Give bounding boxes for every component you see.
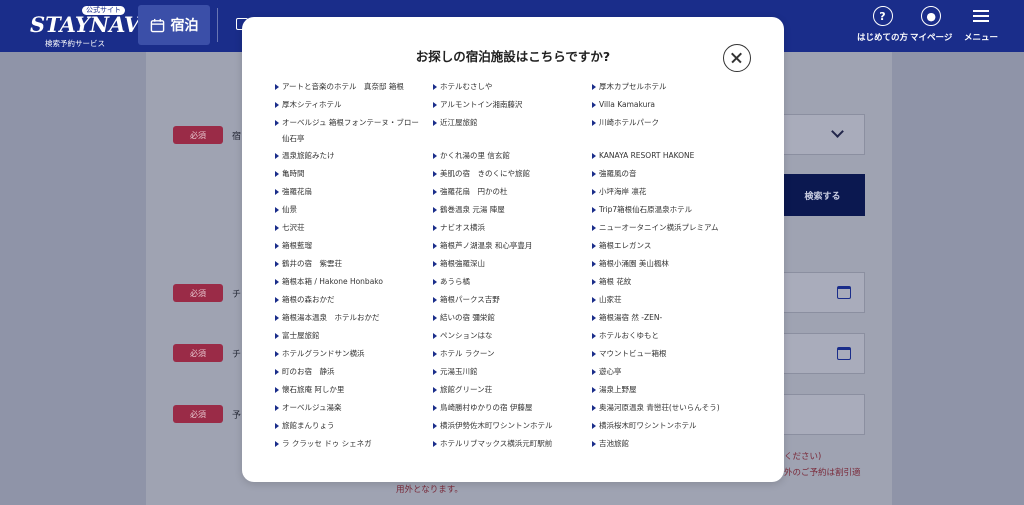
field-label: 予 <box>232 411 242 421</box>
calendar-icon <box>837 286 851 299</box>
hotel-link[interactable]: 山家荘 <box>592 292 622 308</box>
required-badge: 必須 <box>173 344 223 362</box>
field-label: チ <box>232 290 242 300</box>
chevron-down-icon <box>831 125 844 138</box>
note-text: ください) <box>784 452 822 462</box>
hotel-link[interactable]: Trip7箱根仙石原温泉ホテル <box>592 202 692 218</box>
checkout-date-field[interactable] <box>780 333 865 374</box>
note-text: 外のご予約は割引適 <box>784 468 861 478</box>
hotel-link[interactable]: 七沢荘 <box>275 220 305 236</box>
hotel-link[interactable]: 箱根パークス吉野 <box>433 292 500 308</box>
hotel-link[interactable]: 奥湯河原温泉 青巒荘(せいらんそう) <box>592 400 720 416</box>
staynavi-logo[interactable]: 公式サイト STAYNAVI 検索予約サービス <box>30 6 150 48</box>
hotel-link[interactable]: 横浜伊勢佐木町ワシントンホテル <box>433 418 553 434</box>
hotel-link[interactable]: オーベルジュ 箱根フォンテーヌ・ブロー仙石亭 <box>275 115 423 147</box>
mypage-button[interactable]: ● マイページ <box>910 6 952 43</box>
hotel-link[interactable]: 旅館グリーン荘 <box>433 382 492 398</box>
hotel-link[interactable]: 箱根湯本温泉 ホテルおかだ <box>275 310 380 326</box>
first-time-button[interactable]: ? はじめての方 <box>857 6 908 43</box>
hotel-link[interactable]: あうら橘 <box>433 274 470 290</box>
hotel-link[interactable]: 富士屋旅館 <box>275 328 320 344</box>
user-icon: ● <box>921 6 942 26</box>
hotel-link[interactable]: 遊心亭 <box>592 364 622 380</box>
hotel-link[interactable]: 箱根小涌園 美山楓林 <box>592 256 669 272</box>
hotel-link[interactable]: 箱根 花紋 <box>592 274 631 290</box>
hotel-link[interactable]: ホテルグランドサン横浜 <box>275 346 365 362</box>
mypage-label: マイページ <box>910 33 953 43</box>
hotel-link[interactable]: 温泉旅館みたけ <box>275 148 335 164</box>
hotel-link[interactable]: かくれ湯の里 信玄館 <box>433 148 510 164</box>
tab-stay-label: 宿泊 <box>170 18 199 34</box>
note-text: 用外となります。 <box>396 485 463 495</box>
hotel-link[interactable]: アートと音楽のホテル 真奈邸 箱根 <box>275 79 404 95</box>
hotel-link[interactable]: 横浜桜木町ワシントンホテル <box>592 418 697 434</box>
hotel-link[interactable]: 箱根エレガンス <box>592 238 651 254</box>
hotel-link[interactable]: 美肌の宿 きのくにや旅館 <box>433 166 530 182</box>
required-badge: 必須 <box>173 126 223 144</box>
hotel-link[interactable]: 川崎ホテルパーク <box>592 115 659 131</box>
menu-button[interactable]: メニュー <box>964 6 998 43</box>
menu-label: メニュー <box>964 33 999 43</box>
modal-title: お探しの宿泊施設はこちらですか? <box>415 49 611 64</box>
hotel-link[interactable]: 箱根芦ノ湖温泉 和心亭豊月 <box>433 238 532 254</box>
hotel-link[interactable]: ナビオス横浜 <box>433 220 485 236</box>
area-select[interactable] <box>780 114 865 155</box>
logo-text: STAYNAVI <box>30 12 150 37</box>
hotel-link[interactable]: 懐石旅庵 阿しか里 <box>275 382 344 398</box>
hotel-link[interactable]: 小坪海岸 凛花 <box>592 184 646 200</box>
first-time-label: はじめての方 <box>857 33 909 43</box>
hotel-link[interactable]: ペンションはな <box>433 328 493 344</box>
hotel-link[interactable]: 強羅風の音 <box>592 166 637 182</box>
hotel-link[interactable]: 鶴巻温泉 元湯 陣屋 <box>433 202 505 218</box>
hotel-link[interactable]: ホテル ラクーン <box>433 346 495 362</box>
hotel-link[interactable]: アルモントイン湘南藤沢 <box>433 97 522 113</box>
hotel-link[interactable]: 元湯玉川館 <box>433 364 478 380</box>
hotel-link[interactable]: 箱根藍瑠 <box>275 238 312 254</box>
field-label: チ <box>232 350 242 360</box>
guests-field[interactable] <box>780 394 865 435</box>
hotel-link[interactable]: 箱根強羅深山 <box>433 256 485 272</box>
hamburger-icon <box>973 6 989 26</box>
hotel-link[interactable]: 箱根湯宿 然 -ZEN- <box>592 310 662 326</box>
hotel-link[interactable]: ラ クラッセ ドゥ シェネガ <box>275 436 372 452</box>
hotel-link[interactable]: 鶴井の宿 紫雲荘 <box>275 256 342 272</box>
hotel-link[interactable]: 厚木カプセルホテル <box>592 79 667 95</box>
hotel-link[interactable]: オーベルジュ湯楽 <box>275 400 341 416</box>
hotel-link[interactable]: 箱根本箱 / Hakone Honbako <box>275 274 383 290</box>
search-button[interactable]: 検索する <box>780 174 865 216</box>
tab-stay[interactable]: 宿泊 <box>138 5 210 45</box>
hotel-link[interactable]: 近江屋旅館 <box>433 115 478 131</box>
hotel-link[interactable]: ホテルむさしや <box>433 79 492 95</box>
checkin-date-field[interactable] <box>780 272 865 313</box>
hotel-suggestion-modal: お探しの宿泊施設はこちらですか? アートと音楽のホテル 真奈邸 箱根 厚木シティホ… <box>242 17 784 482</box>
hotel-link[interactable]: ホテルおくゆもと <box>592 328 659 344</box>
hotel-link[interactable]: 強羅花扇 円かの杜 <box>433 184 508 200</box>
hotel-link[interactable]: Villa Kamakura <box>592 97 655 113</box>
hotel-link[interactable]: 湯泉上野屋 <box>592 382 637 398</box>
close-button[interactable] <box>723 44 751 72</box>
calendar-icon <box>150 18 164 32</box>
logo-subtitle: 検索予約サービス <box>45 39 105 48</box>
hotel-link[interactable]: 厚木シティホテル <box>275 97 342 113</box>
hotel-link[interactable]: ホテルリブマックス横浜元町駅前 <box>433 436 552 452</box>
hotel-link[interactable]: 箱根の森おかだ <box>275 292 335 308</box>
hotel-link[interactable]: マウントビュー箱根 <box>592 346 667 362</box>
field-label: 宿 <box>232 132 242 142</box>
hotel-link[interactable]: 鳥崎勝村ゆかりの宿 伊藤屋 <box>433 400 532 416</box>
tab-divider <box>217 8 218 42</box>
hotel-link[interactable]: 結いの宿 彌栄館 <box>433 310 495 326</box>
question-icon: ? <box>872 6 893 26</box>
hotel-link[interactable]: 亀時間 <box>275 166 305 182</box>
required-badge: 必須 <box>173 284 223 302</box>
hotel-link[interactable]: 旅館まんりょう <box>275 418 335 434</box>
calendar-icon <box>837 347 851 360</box>
hotel-link[interactable]: KANAYA RESORT HAKONE <box>592 148 694 164</box>
hotel-link[interactable]: 仙景 <box>275 202 297 218</box>
hotel-link[interactable]: 町のお宿 静浜 <box>275 364 335 380</box>
hotel-link[interactable]: ニューオータニイン横浜プレミアム <box>592 220 718 236</box>
hotel-link[interactable]: 強羅花扇 <box>275 184 312 200</box>
required-badge: 必須 <box>173 405 223 423</box>
hotel-link[interactable]: 吉池旅館 <box>592 436 629 452</box>
